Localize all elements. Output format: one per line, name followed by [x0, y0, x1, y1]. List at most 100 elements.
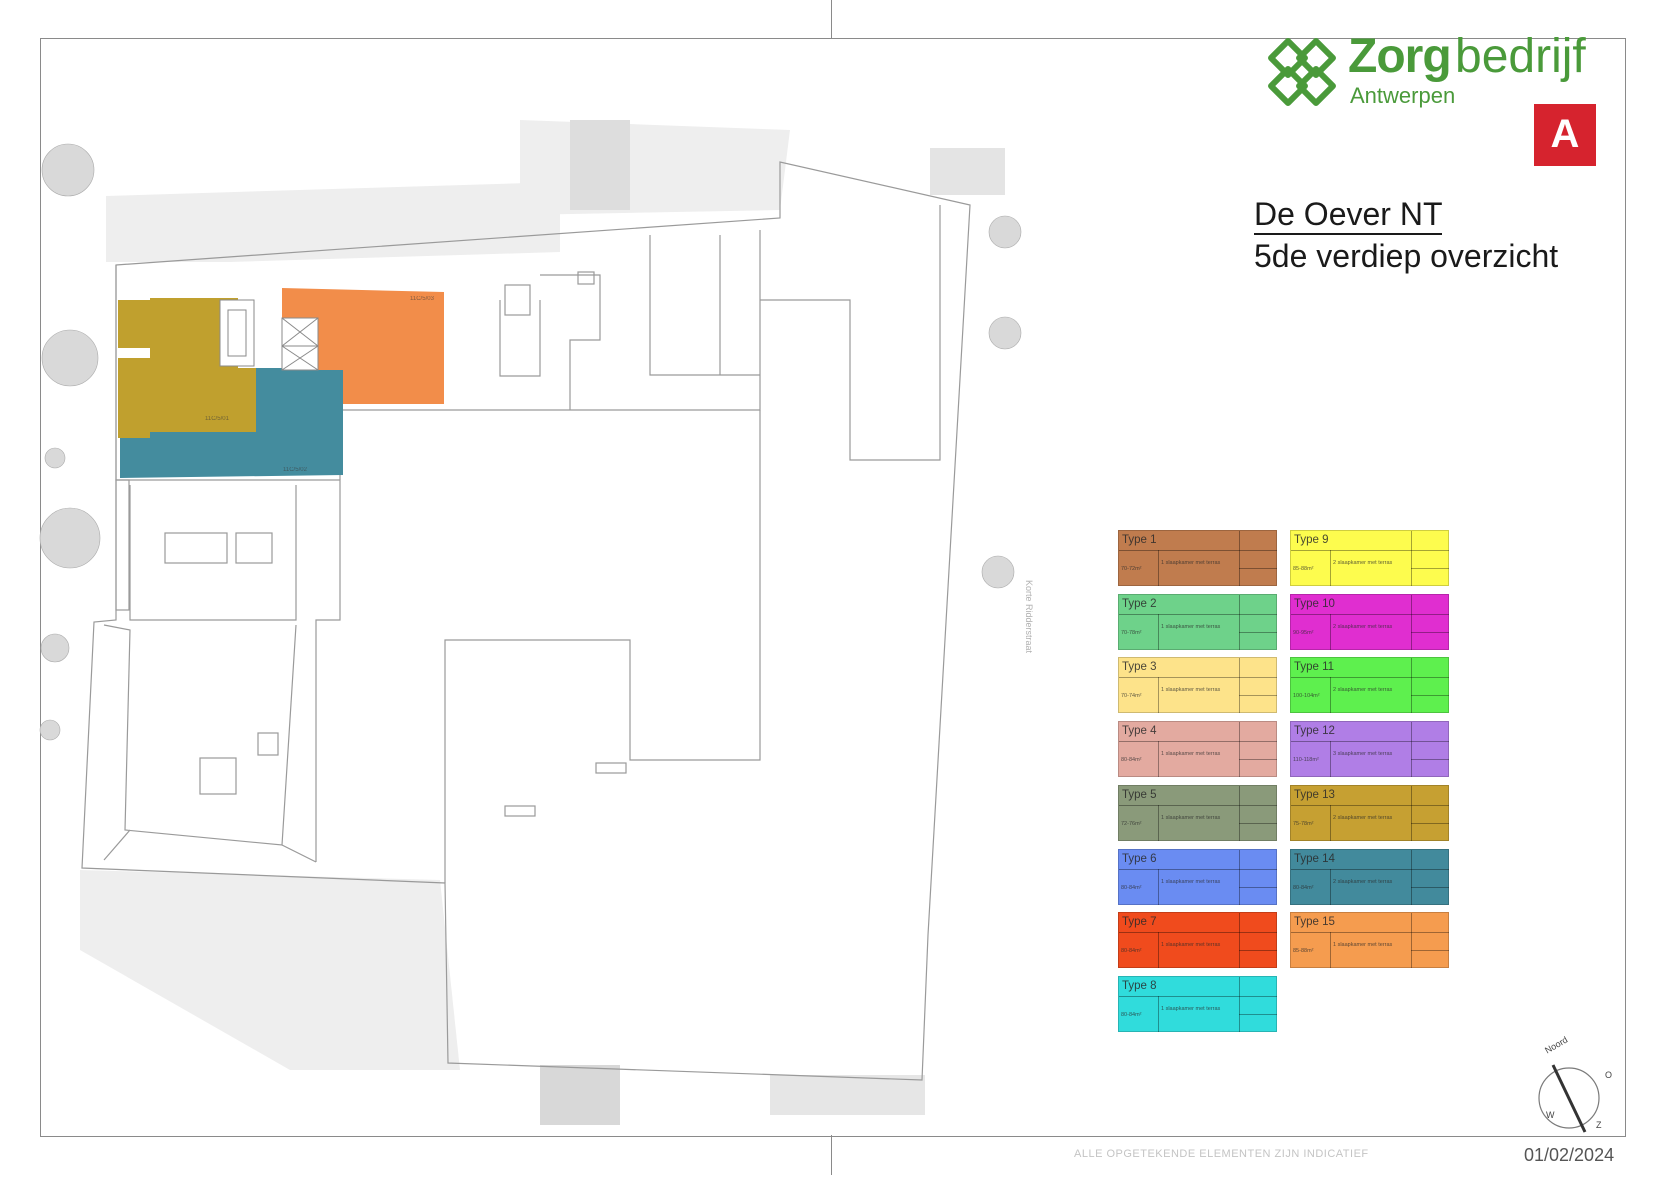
- legend-item: Type 11 100-104m² 2 slaapkamer met terras: [1290, 657, 1449, 714]
- legend-grid-line: [1239, 658, 1240, 714]
- legend-type-area: 80-84m²: [1121, 884, 1142, 891]
- compass-east: O: [1605, 1070, 1613, 1080]
- unit-label: 11C/5/03: [410, 296, 434, 302]
- street-name: Korte Ridderstraat: [1024, 580, 1034, 654]
- legend-item: Type 7 80-84m² 1 slaapkamer met terras: [1118, 912, 1277, 969]
- legend-grid-line: [1411, 631, 1449, 633]
- legend-type-name: Type 1: [1122, 534, 1157, 546]
- legend-grid-line: [1119, 932, 1277, 934]
- legend-grid-line: [1291, 677, 1449, 679]
- legend-item: Type 3 70-74m² 1 slaapkamer met terras: [1118, 657, 1277, 714]
- legend-type-description: 2 slaapkamer met terras: [1333, 623, 1393, 630]
- legend-grid-line: [1239, 913, 1240, 969]
- legend-type-area: 110-118m²: [1293, 757, 1319, 764]
- antwerpen-city-logo: A: [1534, 104, 1596, 166]
- legend-grid-line: [1330, 868, 1331, 905]
- legend-type-description: 1 slaapkamer met terras: [1161, 878, 1221, 885]
- legend-item: Type 4 80-84m² 1 slaapkamer met terras: [1118, 721, 1277, 778]
- legend-grid-line: [1411, 785, 1412, 841]
- legend-type-name: Type 11: [1294, 661, 1335, 674]
- legend-type-description: 1 slaapkamer met terras: [1161, 560, 1221, 566]
- legend-grid-line: [1158, 677, 1159, 714]
- logo-word-bedrijf: bedrijf: [1455, 30, 1586, 83]
- legend-grid-line: [1330, 550, 1331, 586]
- legend-grid-line: [1411, 568, 1449, 569]
- legend-grid-line: [1411, 722, 1412, 778]
- legend-type-description: 1 slaapkamer met terras: [1333, 942, 1393, 949]
- legend-grid-line: [1330, 613, 1331, 650]
- legend-type-name: Type 9: [1294, 534, 1329, 546]
- logo-word-zorg: Zorg: [1348, 30, 1452, 83]
- legend-grid-line: [1411, 950, 1449, 952]
- legend-grid-line: [1239, 695, 1277, 697]
- legend-type-name: Type 13: [1294, 788, 1335, 801]
- legend-type-description: 2 slaapkamer met terras: [1333, 814, 1393, 821]
- project-title: De Oever NT: [1254, 198, 1443, 235]
- legend-grid-line: [1239, 976, 1240, 1032]
- legend-item: Type 15 85-88m² 1 slaapkamer met terras: [1290, 912, 1449, 969]
- legend-grid-line: [1158, 613, 1159, 650]
- legend-grid-line: [1158, 741, 1159, 778]
- legend-grid-line: [1239, 785, 1240, 841]
- legend-grid-line: [1330, 932, 1331, 969]
- legend-grid-line: [1239, 1013, 1277, 1015]
- legend-grid-line: [1239, 531, 1240, 586]
- legend-type-name: Type 5: [1122, 788, 1157, 801]
- legend-type-area: 80-84m²: [1121, 757, 1142, 764]
- city-logo-letter: A: [1550, 112, 1580, 156]
- legend-type-description: 1 slaapkamer met terras: [1161, 751, 1221, 758]
- legend-item: Type 6 80-84m² 1 slaapkamer met terras: [1118, 848, 1277, 905]
- legend-type-area: 85-88m²: [1293, 948, 1314, 955]
- legend-grid-line: [1239, 950, 1277, 952]
- legend-grid-line: [1119, 804, 1277, 806]
- legend-type-area: 100-104m²: [1293, 693, 1320, 700]
- legend-type-area: 70-78m²: [1121, 629, 1142, 636]
- legend-grid-line: [1239, 631, 1277, 633]
- legend-grid-line: [1411, 913, 1412, 969]
- legend-type-name: Type 15: [1294, 916, 1335, 929]
- legend-grid-line: [1239, 594, 1240, 650]
- floor-plan-drawing: [39, 120, 1600, 1133]
- legend-item: Type 14 80-84m² 2 slaapkamer met terras: [1290, 848, 1449, 905]
- legend-grid-line: [1239, 722, 1240, 778]
- legend-type-name: Type 12: [1294, 725, 1335, 738]
- legend-type-area: 75-78m²: [1293, 820, 1314, 827]
- neighbour-buildings: [80, 120, 1005, 1125]
- legend-grid-line: [1291, 804, 1449, 806]
- legend-grid-line: [1119, 995, 1277, 997]
- legend-type-area: 70-74m²: [1121, 693, 1142, 700]
- legend-grid-line: [1158, 550, 1159, 586]
- legend-type-name: Type 7: [1122, 916, 1157, 929]
- legend-grid-line: [1291, 868, 1449, 870]
- legend-grid-line: [1119, 741, 1277, 743]
- legend-grid-line: [1330, 741, 1331, 778]
- legend-grid-line: [1411, 886, 1449, 888]
- plan-date: 01/02/2024: [1524, 1145, 1615, 1165]
- legend-grid-line: [1239, 849, 1240, 905]
- legend-grid-line: [1119, 550, 1277, 551]
- legend-type-description: 2 slaapkamer met terras: [1333, 687, 1393, 694]
- legend-type-description: 2 slaapkamer met terras: [1333, 878, 1393, 885]
- logo-subtitle: Antwerpen: [1350, 83, 1456, 108]
- legend-type-area: 72-76m²: [1121, 820, 1142, 827]
- legend-grid-line: [1158, 804, 1159, 841]
- legend-type-name: Type 10: [1294, 597, 1335, 610]
- legend-type-area: 80-84m²: [1121, 1011, 1142, 1018]
- legend-type-description: 2 slaapkamer met terras: [1333, 560, 1393, 566]
- legend-grid-line: [1411, 658, 1412, 714]
- legend-grid-line: [1411, 531, 1412, 586]
- legend-type-area: 80-84m²: [1293, 884, 1314, 891]
- legend-grid-line: [1411, 849, 1412, 905]
- legend-type-name: Type 4: [1122, 725, 1157, 738]
- legend-type-description: 1 slaapkamer met terras: [1161, 1005, 1221, 1012]
- legend-type-name: Type 2: [1122, 597, 1157, 610]
- legend-grid-line: [1291, 932, 1449, 934]
- legend-item: Type 5 72-76m² 1 slaapkamer met terras: [1118, 784, 1277, 841]
- zorgbedrijf-logo-mark: [1268, 38, 1336, 106]
- legend-type-description: 1 slaapkamer met terras: [1161, 623, 1221, 630]
- legend-type-description: 1 slaapkamer met terras: [1161, 942, 1221, 949]
- legend-grid-line: [1119, 613, 1277, 615]
- legend-grid-line: [1239, 759, 1277, 761]
- legend-type-description: 3 slaapkamer met terras: [1333, 751, 1393, 758]
- legend-grid-line: [1119, 677, 1277, 679]
